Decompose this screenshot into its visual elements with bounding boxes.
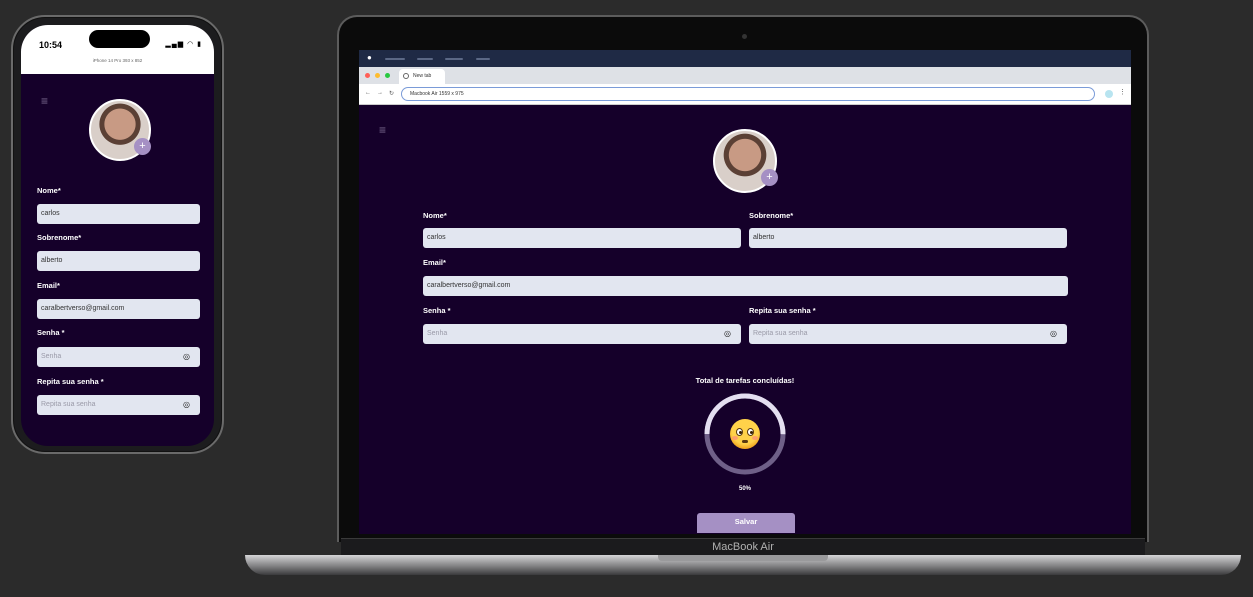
status-bar: 10:54 ▂▄▆ ◠ ▮ iPhone 14 Pro 393 x 852: [21, 25, 214, 74]
senha-label: Senha *: [423, 306, 451, 315]
menu-placeholder: [445, 58, 463, 60]
status-icons: ▂▄▆ ◠ ▮: [165, 41, 202, 48]
progress-percent: 50%: [738, 486, 751, 492]
iphone-device: 10:54 ▂▄▆ ◠ ▮ iPhone 14 Pro 393 x 852 ≡ …: [11, 15, 224, 454]
sobrenome-label: Sobrenome*: [749, 211, 794, 220]
add-photo-button[interactable]: +: [761, 169, 778, 186]
save-button[interactable]: Salvar: [697, 513, 795, 533]
menu-icon[interactable]: ≡: [379, 123, 386, 137]
menu-icon[interactable]: ≡: [41, 94, 48, 108]
camera: [742, 34, 747, 39]
senha-input[interactable]: Senha ◎: [37, 347, 200, 367]
menu-placeholder: [385, 58, 405, 60]
nome-label: Nome*: [423, 211, 447, 220]
menu-placeholder: [476, 58, 490, 60]
repita-input[interactable]: Repita sua senha ◎: [749, 324, 1067, 344]
browser-toolbar: ← → ↻ Macbook Air 1559 x 975 ⋮: [359, 84, 1131, 105]
macbook-lid: ● New tab ← → ↻ Macbook Air 1559 x 975 ⋮…: [337, 15, 1149, 542]
globe-icon: [403, 73, 409, 79]
device-label: iPhone 14 Pro 393 x 852: [92, 58, 143, 63]
flushed-face-icon: [730, 419, 760, 449]
repita-placeholder: Repita sua senha: [41, 401, 96, 408]
email-input[interactable]: caralbertverso@gmail.com: [423, 276, 1068, 296]
eye-off-icon[interactable]: ◎: [724, 324, 731, 344]
zoom-window-dot[interactable]: [385, 73, 390, 78]
minimize-window-dot[interactable]: [375, 73, 380, 78]
web-page: ≡ + Nome* carlos Sobrenome* alberto Emai…: [359, 105, 1131, 533]
close-window-dot[interactable]: [365, 73, 370, 78]
iphone-screen: 10:54 ▂▄▆ ◠ ▮ iPhone 14 Pro 393 x 852 ≡ …: [21, 25, 214, 446]
macbook-screen: ● New tab ← → ↻ Macbook Air 1559 x 975 ⋮…: [359, 50, 1131, 534]
laptop-name: MacBook Air: [712, 541, 774, 553]
tab-title: New tab: [413, 73, 432, 79]
senha-placeholder: Senha: [427, 330, 448, 337]
mockup-stage: 10:54 ▂▄▆ ◠ ▮ iPhone 14 Pro 393 x 852 ≡ …: [0, 0, 1253, 597]
sobrenome-input[interactable]: alberto: [37, 251, 200, 271]
email-input[interactable]: caralbertverso@gmail.com: [37, 299, 200, 319]
senha-label: Senha *: [37, 328, 65, 337]
extension-icon[interactable]: [1105, 90, 1113, 98]
macbook-base: [245, 555, 1241, 575]
nome-input[interactable]: carlos: [37, 204, 200, 224]
back-icon[interactable]: ←: [365, 90, 371, 96]
email-label: Email*: [423, 258, 446, 267]
eye-off-icon[interactable]: ◎: [183, 395, 190, 415]
progress-title: Total de tarefas concluídas!: [695, 376, 795, 385]
os-menu-bar: ●: [359, 50, 1131, 67]
senha-input[interactable]: Senha ◎: [423, 324, 741, 344]
status-time: 10:54: [39, 40, 63, 50]
email-label: Email*: [37, 281, 60, 290]
apple-icon: ●: [367, 53, 372, 62]
senha-placeholder: Senha: [41, 353, 62, 360]
eye-off-icon[interactable]: ◎: [183, 347, 190, 367]
repita-label: Repita sua senha *: [37, 377, 104, 386]
repita-label: Repita sua senha *: [749, 306, 816, 315]
dynamic-island: [89, 30, 150, 48]
more-icon[interactable]: ⋮: [1119, 88, 1126, 96]
nome-label: Nome*: [37, 186, 61, 195]
menu-placeholder: [417, 58, 433, 60]
repita-input[interactable]: Repita sua senha ◎: [37, 395, 200, 415]
browser-tab-bar: New tab: [359, 67, 1131, 84]
phone-app: ≡ + Nome* carlos Sobrenome* alberto Emai…: [21, 74, 214, 446]
forward-icon[interactable]: →: [377, 90, 383, 96]
sobrenome-label: Sobrenome*: [37, 233, 82, 242]
browser-tab[interactable]: New tab: [399, 69, 445, 84]
nome-input[interactable]: carlos: [423, 228, 741, 248]
repita-placeholder: Repita sua senha: [753, 330, 808, 337]
progress-ring: [703, 392, 787, 476]
macbook-notch: [658, 555, 828, 561]
reload-icon[interactable]: ↻: [389, 90, 394, 97]
sobrenome-input[interactable]: alberto: [749, 228, 1067, 248]
add-photo-button[interactable]: +: [134, 138, 151, 155]
macbook-hinge: MacBook Air: [341, 538, 1145, 556]
eye-off-icon[interactable]: ◎: [1050, 324, 1057, 344]
address-bar[interactable]: Macbook Air 1559 x 975: [401, 87, 1095, 101]
